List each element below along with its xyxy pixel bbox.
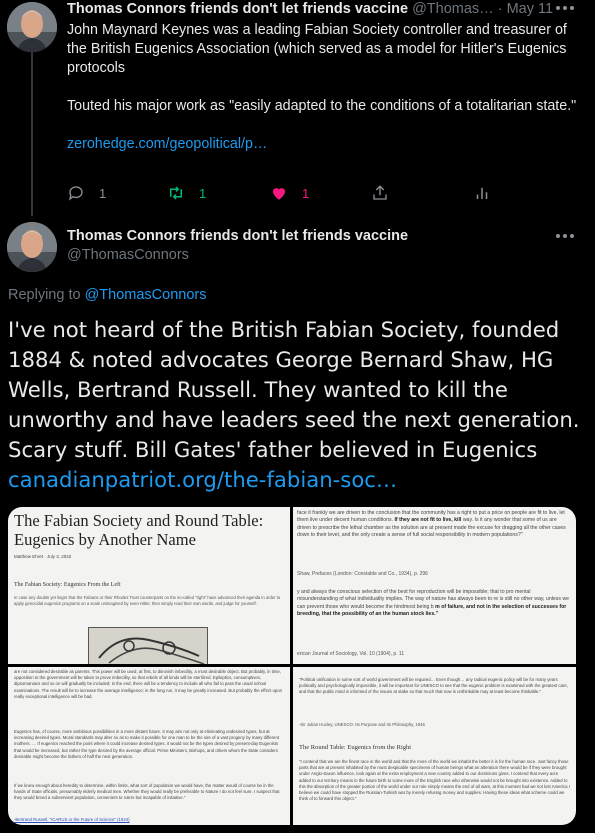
quote-text: If we knew enough about heredity to dete… xyxy=(14,783,280,801)
article-subhead: The Round Table: Eugenics from the Right xyxy=(299,744,412,751)
quote-text: are not considered desirable as parents.… xyxy=(14,669,283,699)
avatar[interactable] xyxy=(7,2,57,52)
article-blurb: In case any doubts yet linger that the F… xyxy=(14,595,281,606)
profile-photo-icon xyxy=(7,2,57,52)
replying-to: Replying to @ThomasConnors xyxy=(8,287,206,303)
tweet-thread-parent[interactable]: Thomas Connors friends don't let friends… xyxy=(0,0,595,218)
tweet-focused: Thomas Connors friends don't let friends… xyxy=(0,218,595,833)
tweet-header: Thomas Connors friends don't let friends… xyxy=(67,1,567,17)
like-button[interactable]: 1 xyxy=(270,183,309,203)
heart-icon xyxy=(273,188,285,200)
tweet-body: I've not heard of the British Fabian Soc… xyxy=(8,317,580,462)
tweet-image-1[interactable]: The Fabian Society and Round Table: Euge… xyxy=(8,507,290,664)
retweet-count: 1 xyxy=(199,185,207,201)
more-options-icon[interactable] xyxy=(556,6,574,12)
article-byline: Matthew Ehret · July 3, 2022 xyxy=(14,554,72,559)
more-options-icon[interactable] xyxy=(556,234,574,240)
image-grid: The Fabian Society and Round Table: Euge… xyxy=(8,507,576,825)
quote-reference: erican Journal of Sociology, Vol. 10 (19… xyxy=(297,651,405,657)
author-name[interactable]: Thomas Connors friends don't let friends… xyxy=(67,1,408,17)
quote-text: face it frankly we are driven to the con… xyxy=(297,510,572,539)
quote-text: "Political unification in some sort of w… xyxy=(299,677,568,695)
tweet-action-bar: 1 1 1 xyxy=(67,183,497,203)
retweet-button[interactable]: 1 xyxy=(167,183,206,203)
tweet-image-2[interactable]: face it frankly we are driven to the con… xyxy=(293,507,576,664)
author-handle[interactable]: @Thomas… xyxy=(412,1,494,17)
like-count: 1 xyxy=(302,185,310,201)
reply-count: 1 xyxy=(99,185,107,201)
tweet-text: I've not heard of the British Fabian Soc… xyxy=(8,315,583,495)
share-button[interactable] xyxy=(371,183,389,203)
tweet-image-4[interactable]: "Political unification in some sort of w… xyxy=(293,667,576,825)
share-icon xyxy=(373,185,387,200)
quote-bold: If they are not fit to live, kill xyxy=(394,517,462,524)
profile-photo-icon xyxy=(7,222,57,272)
analytics-button[interactable] xyxy=(473,183,491,203)
quote-text: "I contend that we are the finest race i… xyxy=(299,759,570,802)
tweet-link[interactable]: canadianpatriot.org/the-fabian-soc… xyxy=(8,467,397,492)
quote-text: Eugenics has, of course, more ambitious … xyxy=(14,729,280,759)
quote-text: y and always the conscious selection of … xyxy=(297,589,572,618)
tweet-image-3[interactable]: are not considered desirable as parents.… xyxy=(8,667,290,825)
avatar[interactable] xyxy=(7,222,57,272)
article-subhead: The Fabian Society: Eugenics From the Le… xyxy=(14,582,121,588)
thread-connector-line xyxy=(31,52,33,216)
replying-prefix: Replying to xyxy=(8,287,81,303)
article-title: The Fabian Society and Round Table: Euge… xyxy=(14,511,264,549)
author-handle[interactable]: @ThomasConnors xyxy=(67,247,189,263)
author-name[interactable]: Thomas Connors friends don't let friends… xyxy=(67,228,408,244)
reply-icon xyxy=(68,186,83,201)
retweet-icon xyxy=(170,186,182,200)
quote-reference-link: -Bertrand Russell, "ICARUS or the Future… xyxy=(14,817,130,822)
analytics-icon xyxy=(476,187,488,199)
tweet-text: John Maynard Keynes was a leading Fabian… xyxy=(67,21,577,154)
tweet-paragraph: John Maynard Keynes was a leading Fabian… xyxy=(67,22,567,76)
replying-handle-link[interactable]: @ThomasConnors xyxy=(85,287,207,303)
separator-dot: · xyxy=(497,1,503,17)
tweet-date[interactable]: May 11 xyxy=(507,1,553,17)
quote-reference: Shaw, Prefaces (London: Constable and Co… xyxy=(297,571,428,577)
reply-button[interactable]: 1 xyxy=(67,183,106,203)
tweet-paragraph: Touted his major work as "easily adapted… xyxy=(67,98,577,114)
engraving-illustration xyxy=(88,627,208,664)
quote-reference: -Sir Julian Huxley, UNESCO: Its Purpose … xyxy=(299,722,425,727)
tweet-link[interactable]: zerohedge.com/geopolitical/p… xyxy=(67,136,267,152)
illustration-icon xyxy=(89,628,207,664)
